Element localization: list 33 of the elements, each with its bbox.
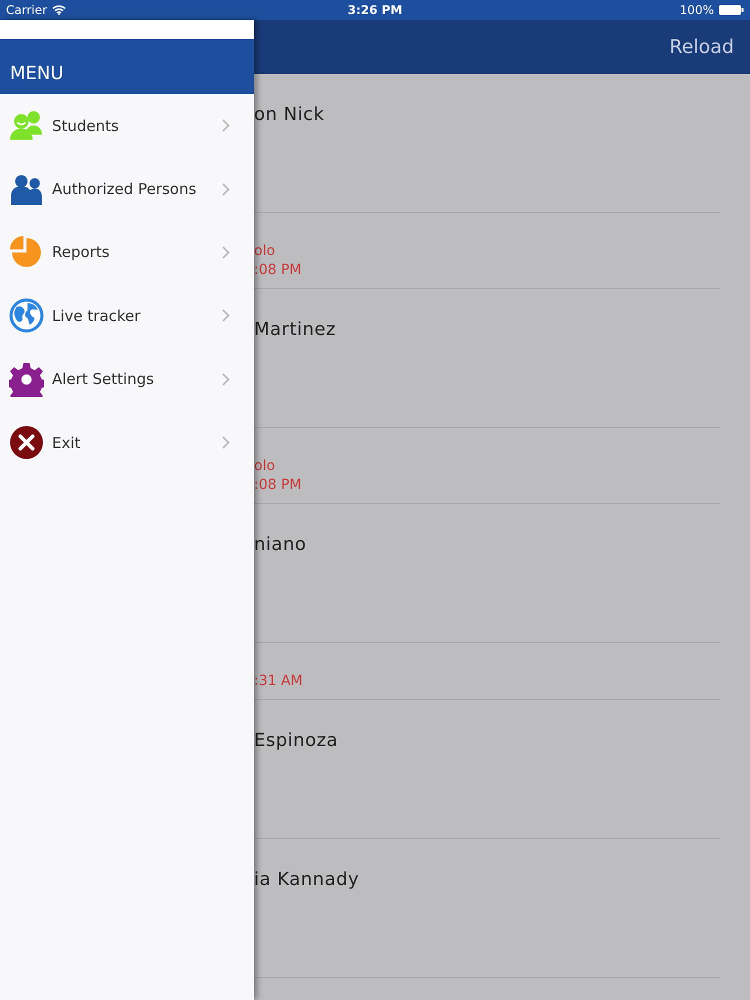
chevron-icon bbox=[222, 309, 230, 322]
menu-item[interactable]: Students bbox=[0, 94, 254, 158]
chevron-icon bbox=[222, 182, 230, 196]
menu-item[interactable]: Live tracker bbox=[0, 284, 254, 348]
status-text: :08 PM bbox=[254, 261, 303, 280]
pie-chart-icon bbox=[9, 234, 44, 270]
status-text: olo bbox=[254, 242, 276, 261]
battery-percent: 100% bbox=[680, 3, 714, 17]
chevron-icon bbox=[222, 246, 230, 259]
student-name: Espinoza bbox=[254, 730, 340, 751]
menu-item[interactable]: Authorized Persons bbox=[0, 157, 254, 221]
gear-icon bbox=[9, 362, 44, 397]
globe-icon bbox=[9, 298, 44, 334]
chevron-icon bbox=[222, 436, 230, 450]
menu-item[interactable]: Alert Settings bbox=[0, 348, 254, 411]
chevron-icon bbox=[222, 372, 230, 386]
battery-icon bbox=[718, 5, 744, 15]
menu-item[interactable]: Exit bbox=[0, 410, 254, 474]
carrier-label: Carrier bbox=[6, 3, 48, 17]
close-icon bbox=[9, 425, 44, 460]
reload-button[interactable]: Reload bbox=[669, 36, 734, 58]
menu-item[interactable]: Reports bbox=[0, 220, 254, 284]
status-text: :08 PM bbox=[254, 476, 303, 495]
menu-title: MENU bbox=[10, 63, 64, 84]
chevron-icon bbox=[222, 119, 230, 132]
wifi-icon bbox=[52, 5, 66, 15]
student-name: niano bbox=[254, 534, 308, 555]
status-text: :31 AM bbox=[254, 672, 304, 691]
student-name: Martinez bbox=[254, 319, 337, 340]
student-name: on Nick bbox=[254, 104, 326, 125]
status-text: olo bbox=[254, 457, 276, 476]
student-name: ia Kannady bbox=[254, 869, 360, 890]
clock-time: 3:26 PM bbox=[348, 3, 402, 17]
